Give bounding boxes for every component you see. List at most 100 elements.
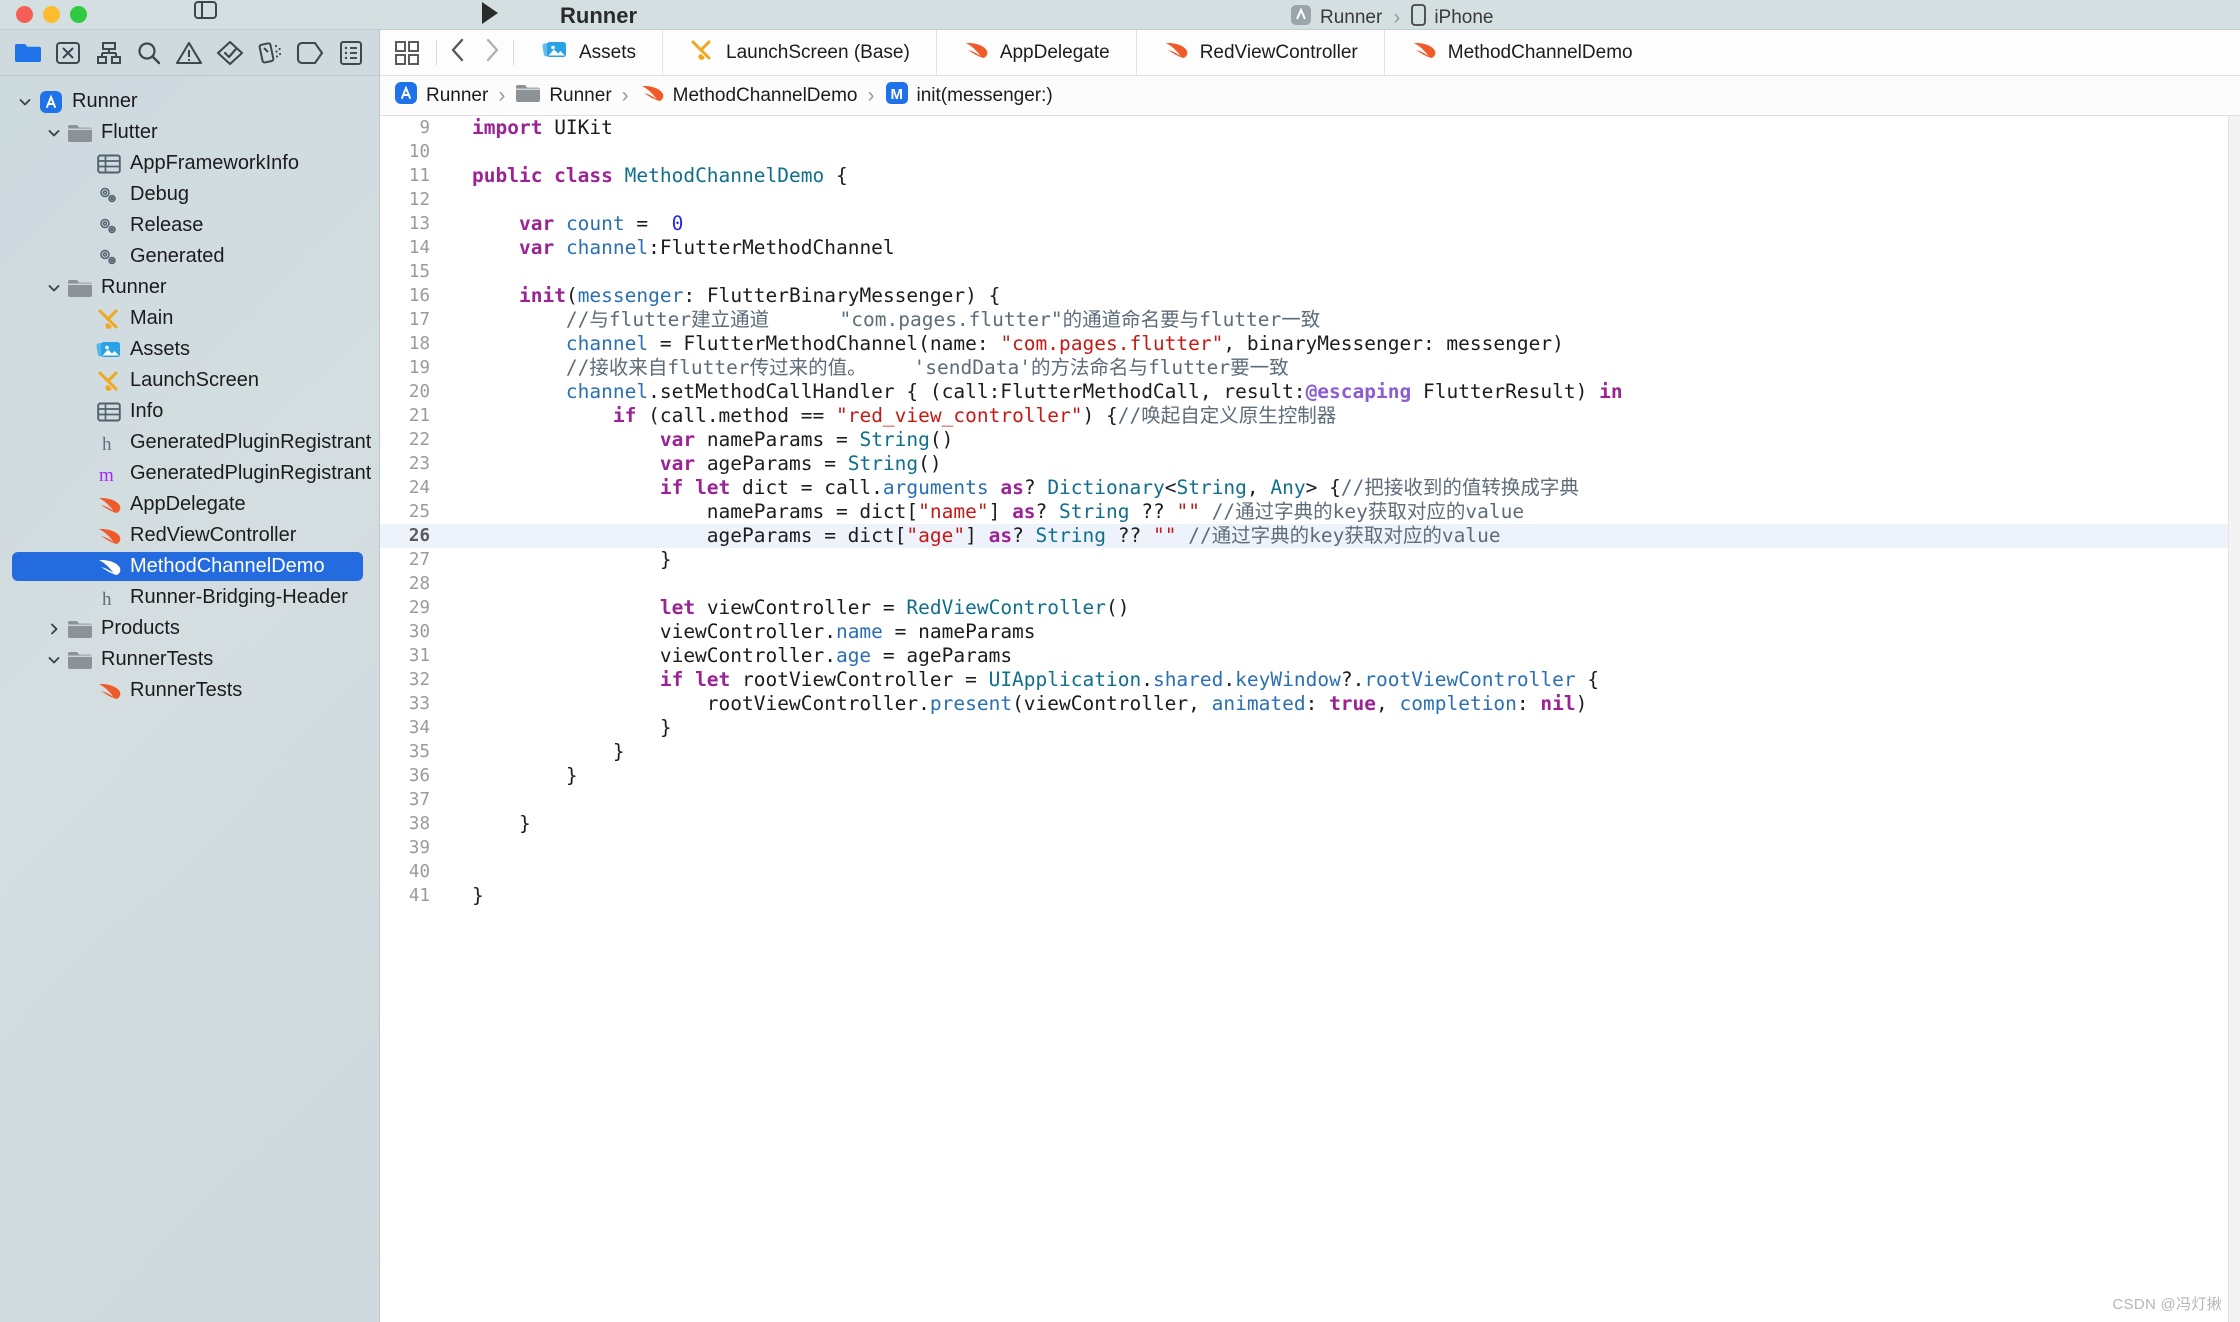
code-line-text[interactable]: ageParams = dict["age"] as? String ?? ""… (446, 524, 2240, 548)
code-line-text[interactable]: import UIKit (446, 116, 2240, 140)
navigator-row[interactable]: Main (0, 303, 379, 334)
navigator-row[interactable]: h GeneratedPluginRegistrant (0, 427, 379, 458)
code-line[interactable]: 21 if (call.method == "red_view_controll… (380, 404, 2240, 428)
navigator-row[interactable]: LaunchScreen (0, 365, 379, 396)
tab-overview-button[interactable] (380, 30, 434, 75)
editor-tab[interactable]: RedViewController (1135, 30, 1384, 75)
code-line[interactable]: 15 (380, 260, 2240, 284)
disclosure-triangle-icon[interactable] (14, 95, 36, 109)
code-line-text[interactable]: viewController.name = nameParams (446, 620, 2240, 644)
minimize-window-button[interactable] (43, 6, 60, 23)
zoom-window-button[interactable] (70, 6, 87, 23)
navigator-row[interactable]: AppFrameworkInfo (0, 148, 379, 179)
code-line[interactable]: 35 } (380, 740, 2240, 764)
code-line[interactable]: 33 rootViewController.present(viewContro… (380, 692, 2240, 716)
code-line[interactable]: 13 var count = 0 (380, 212, 2240, 236)
disclosure-triangle-icon[interactable] (43, 126, 65, 140)
code-line[interactable]: 23 var ageParams = String() (380, 452, 2240, 476)
code-line-text[interactable]: } (446, 716, 2240, 740)
code-line[interactable]: 17 //与flutter建立通道 "com.pages.flutter"的通道… (380, 308, 2240, 332)
navigator-row-selected[interactable]: MethodChannelDemo (0, 551, 379, 582)
navigator-row[interactable]: RunnerTests (0, 675, 379, 706)
editor-tab-bar[interactable]: Assets LaunchScreen (Base) AppDelegate R… (380, 30, 2240, 76)
code-line[interactable]: 16 init(messenger: FlutterBinaryMessenge… (380, 284, 2240, 308)
jump-bar-crumb[interactable]: Runner (515, 82, 612, 110)
code-line[interactable]: 9 import UIKit (380, 116, 2240, 140)
code-line-text[interactable]: } (446, 812, 2240, 836)
issue-navigator-icon[interactable] (174, 38, 204, 68)
navigator-row[interactable]: Generated (0, 241, 379, 272)
code-line-text[interactable]: } (446, 884, 2240, 908)
code-line[interactable]: 28 (380, 572, 2240, 596)
navigator-row[interactable]: Runner (0, 86, 379, 117)
debug-navigator-icon[interactable] (255, 38, 285, 68)
editor-tab[interactable]: AppDelegate (935, 30, 1136, 75)
navigator-selector-bar[interactable] (0, 30, 379, 76)
toggle-navigator-icon[interactable] (188, 0, 222, 35)
symbol-navigator-icon[interactable] (94, 38, 124, 68)
code-line-text[interactable]: } (446, 764, 2240, 788)
code-line[interactable]: 25 nameParams = dict["name"] as? String … (380, 500, 2240, 524)
code-line[interactable]: 22 var nameParams = String() (380, 428, 2240, 452)
code-line[interactable]: 14 var channel:FlutterMethodChannel (380, 236, 2240, 260)
navigator-row[interactable]: RunnerTests (0, 644, 379, 675)
code-line[interactable]: 37 (380, 788, 2240, 812)
editor-minimap-gutter[interactable] (2228, 116, 2240, 1322)
navigator-row[interactable]: h Runner-Bridging-Header (0, 582, 379, 613)
report-navigator-icon[interactable] (336, 38, 366, 68)
source-editor[interactable]: 9 import UIKit 10 11 public class Method… (380, 116, 2240, 1322)
code-line-text[interactable]: init(messenger: FlutterBinaryMessenger) … (446, 284, 2240, 308)
close-window-button[interactable] (16, 6, 33, 23)
run-button-icon[interactable] (468, 0, 508, 35)
code-line[interactable]: 26 ageParams = dict["age"] as? String ??… (380, 524, 2240, 548)
navigator-row[interactable]: Debug (0, 179, 379, 210)
navigator-row[interactable]: Flutter (0, 117, 379, 148)
jump-bar-crumb[interactable]: MethodChannelDemo (639, 82, 858, 110)
code-line[interactable]: 10 (380, 140, 2240, 164)
code-line-text[interactable]: //与flutter建立通道 "com.pages.flutter"的通道命名要… (446, 308, 2240, 332)
code-line[interactable]: 38 } (380, 812, 2240, 836)
destination-breadcrumb[interactable]: Runner › iPhone (1290, 4, 1494, 32)
code-line-text[interactable]: var nameParams = String() (446, 428, 2240, 452)
code-line[interactable]: 12 (380, 188, 2240, 212)
code-line[interactable]: 34 } (380, 716, 2240, 740)
navigator-row[interactable]: m GeneratedPluginRegistrant (0, 458, 379, 489)
code-line[interactable]: 41 } (380, 884, 2240, 908)
breakpoint-navigator-icon[interactable] (295, 38, 325, 68)
navigator-row[interactable]: RedViewController (0, 520, 379, 551)
go-forward-icon[interactable] (484, 37, 501, 68)
code-line-text[interactable]: nameParams = dict["name"] as? String ?? … (446, 500, 2240, 524)
editor-tab[interactable]: LaunchScreen (Base) (662, 30, 936, 75)
code-line-text[interactable]: var channel:FlutterMethodChannel (446, 236, 2240, 260)
code-line-text[interactable]: //接收来自flutter传过来的值。 'sendData'的方法命名与flut… (446, 356, 2240, 380)
code-line[interactable]: 29 let viewController = RedViewControlle… (380, 596, 2240, 620)
code-line[interactable]: 19 //接收来自flutter传过来的值。 'sendData'的方法命名与f… (380, 356, 2240, 380)
code-line-text[interactable]: if (call.method == "red_view_controller"… (446, 404, 2240, 428)
test-navigator-icon[interactable] (215, 38, 245, 68)
code-line[interactable]: 11 public class MethodChannelDemo { (380, 164, 2240, 188)
code-line-text[interactable]: channel.setMethodCallHandler { (call:Flu… (446, 380, 2240, 404)
navigator-row[interactable]: Products (0, 613, 379, 644)
project-navigator-icon[interactable] (13, 38, 43, 68)
disclosure-triangle-icon[interactable] (43, 281, 65, 295)
navigator-row[interactable]: AppDelegate (0, 489, 379, 520)
project-navigator-tree[interactable]: Runner Flutter AppFrameworkInfo Debug Re… (0, 76, 379, 1322)
code-lines[interactable]: 9 import UIKit 10 11 public class Method… (380, 116, 2240, 908)
editor-history-controls[interactable] (439, 30, 511, 75)
go-back-icon[interactable] (449, 37, 466, 68)
code-line-text[interactable]: } (446, 548, 2240, 572)
navigator-row[interactable]: Assets (0, 334, 379, 365)
jump-bar-crumb[interactable]: M init(messenger:) (885, 81, 1053, 111)
code-line[interactable]: 36 } (380, 764, 2240, 788)
code-line-text[interactable]: var count = 0 (446, 212, 2240, 236)
code-line[interactable]: 32 if let rootViewController = UIApplica… (380, 668, 2240, 692)
code-line-text[interactable]: var ageParams = String() (446, 452, 2240, 476)
code-line-text[interactable]: let viewController = RedViewController() (446, 596, 2240, 620)
source-control-navigator-icon[interactable] (53, 38, 83, 68)
code-line[interactable]: 39 (380, 836, 2240, 860)
code-line[interactable]: 20 channel.setMethodCallHandler { (call:… (380, 380, 2240, 404)
code-line-text[interactable]: public class MethodChannelDemo { (446, 164, 2240, 188)
code-line[interactable]: 30 viewController.name = nameParams (380, 620, 2240, 644)
window-controls[interactable] (0, 6, 87, 23)
jump-bar[interactable]: Runner › Runner › MethodChannelDemo › M … (380, 76, 2240, 116)
